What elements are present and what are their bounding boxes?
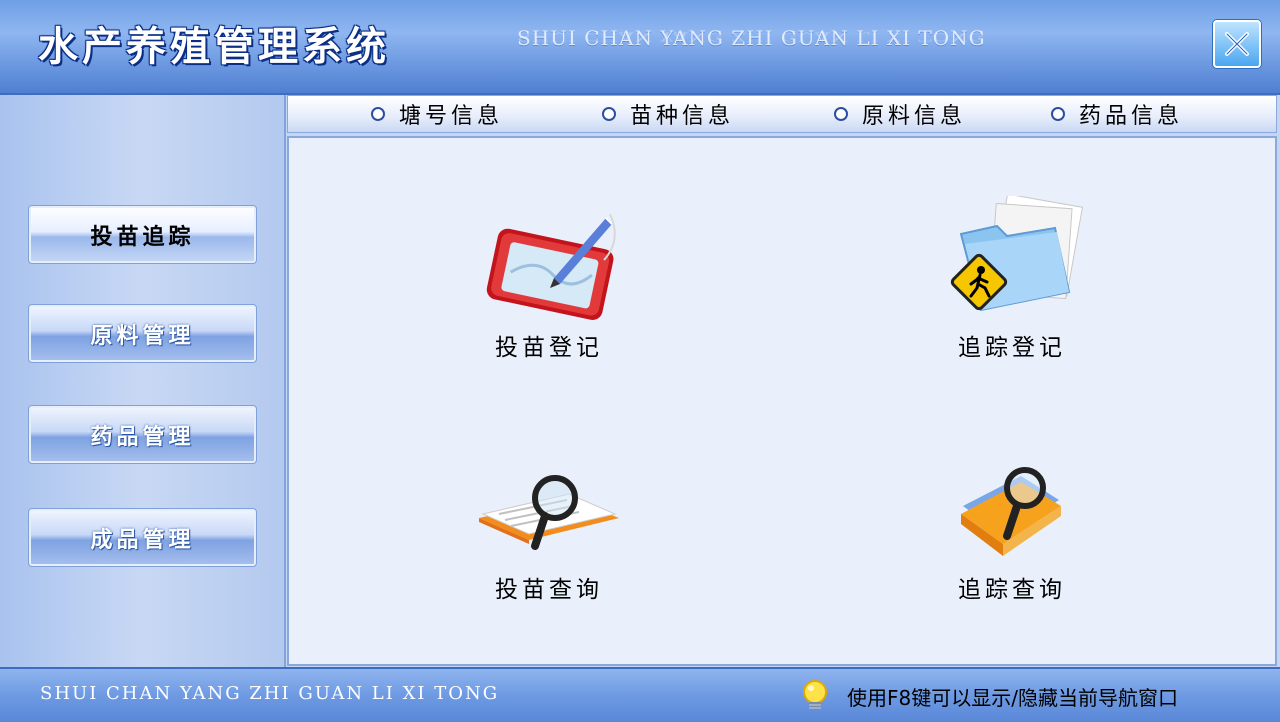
tile-label: 投苗登记 (495, 335, 603, 361)
footer-subtitle: SHUI CHAN YANG ZHI GUAN LI XI TONG (40, 683, 500, 704)
folder-magnifier-icon (961, 467, 1061, 556)
radio-label: 塘号信息 (399, 104, 504, 129)
close-button[interactable] (1213, 20, 1261, 68)
radio-circle-icon (602, 107, 616, 121)
title-bar: 水产养殖管理系统 SHUI CHAN YANG ZHI GUAN LI XI T… (0, 0, 1280, 95)
tile-label: 追踪查询 (958, 577, 1066, 603)
radio-label: 原料信息 (862, 104, 967, 129)
tile-tracking-query[interactable]: 追踪查询 (902, 460, 1122, 604)
sidebar: 投苗追踪 原料管理 药品管理 成品管理 (0, 95, 286, 667)
footer-hint: 使用F8键可以显示/隐藏当前导航窗口 (795, 679, 1178, 713)
lightbulb-icon (803, 680, 827, 710)
tile-tracking-register[interactable]: 追踪登记 (902, 196, 1122, 362)
tile-seedling-query[interactable]: 投苗查询 (439, 468, 659, 604)
app-subtitle: SHUI CHAN YANG ZHI GUAN LI XI TONG (517, 26, 986, 50)
pen-tablet-icon (486, 213, 616, 320)
radio-label: 药品信息 (1079, 104, 1184, 129)
footer-hint-text: 使用F8键可以显示/隐藏当前导航窗口 (847, 685, 1178, 710)
radio-circle-icon (371, 107, 385, 121)
radio-pond-info[interactable]: 塘号信息 (371, 100, 504, 129)
status-bar: SHUI CHAN YANG ZHI GUAN LI XI TONG 使用F8键… (0, 667, 1280, 722)
close-icon (1225, 32, 1249, 56)
radio-medicine-info[interactable]: 药品信息 (1051, 100, 1184, 129)
radio-circle-icon (834, 107, 848, 121)
document-magnifier-icon (479, 475, 619, 550)
folder-pedestrian-icon (950, 196, 1083, 312)
tile-label: 投苗查询 (495, 577, 603, 603)
tile-seedling-register[interactable]: 投苗登记 (439, 200, 659, 362)
sidebar-item-medicine-management[interactable]: 药品管理 (28, 405, 257, 464)
main-panel: 投苗登记 追踪登记 投苗查询 追踪查询 (287, 136, 1277, 666)
sidebar-item-seedling-tracking[interactable]: 投苗追踪 (28, 205, 257, 264)
tile-label: 追踪登记 (958, 335, 1066, 361)
sidebar-item-product-management[interactable]: 成品管理 (28, 508, 257, 567)
sidebar-item-material-management[interactable]: 原料管理 (28, 304, 257, 363)
radio-seedling-info[interactable]: 苗种信息 (602, 100, 735, 129)
app-title: 水产养殖管理系统 (38, 24, 390, 70)
radio-circle-icon (1051, 107, 1065, 121)
radio-label: 苗种信息 (630, 104, 735, 129)
radio-material-info[interactable]: 原料信息 (834, 100, 967, 129)
info-radio-bar: 塘号信息 苗种信息 原料信息 药品信息 (287, 95, 1277, 133)
